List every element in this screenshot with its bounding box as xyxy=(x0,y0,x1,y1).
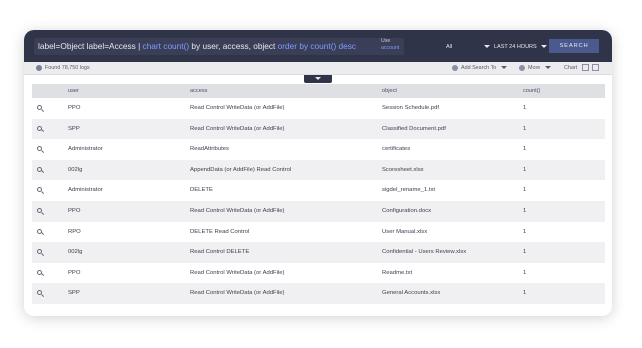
cell-count: 1 xyxy=(523,207,527,214)
found-logs: Found 78,750 logs xyxy=(36,64,90,72)
table-row[interactable]: 002lg Read Control DELETE Confidential - U… xyxy=(32,242,605,263)
account-label: account xyxy=(381,44,400,51)
cell-object: User Manual.xlsx xyxy=(382,228,428,235)
add-search-to-label: Add Search To xyxy=(461,65,497,71)
cell-count: 1 xyxy=(523,146,527,153)
query-input[interactable]: label=Object label=Access | chart count(… xyxy=(34,38,404,55)
cell-user: PPO xyxy=(68,207,81,214)
search-icon[interactable] xyxy=(37,207,42,213)
cell-user: Administrator xyxy=(68,146,103,153)
chevron-down-icon xyxy=(483,45,490,49)
table-row[interactable]: 002lg AppendData (or AddFile) Read Contro… xyxy=(32,159,605,181)
column-header-user[interactable]: user xyxy=(68,84,79,98)
query-token: chart count() xyxy=(142,41,190,51)
chevron-down-icon xyxy=(541,45,548,49)
table-row[interactable]: SPP Read Control WriteData (or AddFile) Cl… xyxy=(32,118,605,140)
search-icon[interactable] xyxy=(37,290,42,296)
chevron-down-icon xyxy=(544,66,551,70)
collapse-toggle[interactable] xyxy=(304,75,332,83)
cell-count: 1 xyxy=(523,187,527,194)
cell-user: Administrator xyxy=(68,187,103,194)
time-range-value: LAST 24 HOURS xyxy=(494,44,537,50)
star-icon xyxy=(519,64,525,71)
found-logs-label: Found 78,750 logs xyxy=(45,65,90,71)
table-row[interactable]: PPO Read Control WriteData (or AddFile) Co… xyxy=(32,200,605,222)
cell-access: Read Control WriteData (or AddFile) xyxy=(190,207,285,214)
cell-user: SPP xyxy=(68,125,80,132)
cell-count: 1 xyxy=(523,290,527,297)
time-range-dropdown[interactable]: LAST 24 HOURS xyxy=(494,43,548,51)
cell-object: Scoresheet.xlsx xyxy=(382,166,424,173)
cell-count: 1 xyxy=(523,228,527,235)
table-row[interactable]: Administrator ReadAttributes certificates 1 xyxy=(32,139,605,160)
cell-object: Classified Document.pdf xyxy=(382,125,446,132)
cell-object: Readme.txt xyxy=(382,269,413,276)
app-window: label=Object label=Access | chart count(… xyxy=(24,30,612,316)
cell-user: 002lg xyxy=(68,166,83,173)
column-header-object[interactable]: object xyxy=(382,84,397,98)
table-header: user access object count() xyxy=(32,84,605,98)
cell-object: General Accounts.xlsx xyxy=(382,290,441,297)
results-toolbar: Found 78,750 logs Add Search To More Cha… xyxy=(24,62,612,75)
cell-access: Read Control DELETE xyxy=(190,249,250,256)
search-icon[interactable] xyxy=(37,105,42,110)
add-search-to-button[interactable]: Add Search To xyxy=(452,64,507,72)
search-icon[interactable] xyxy=(37,125,42,131)
search-icon[interactable] xyxy=(37,187,42,193)
cell-count: 1 xyxy=(523,125,527,132)
cell-count: 1 xyxy=(523,269,527,276)
plus-icon xyxy=(452,64,458,71)
cell-access: Read Control WriteData (or AddFile) xyxy=(190,290,285,297)
cell-access: ReadAttributes xyxy=(190,146,229,153)
cell-access: DELETE xyxy=(190,187,213,194)
cell-access: Read Control WriteData (or AddFile) xyxy=(190,105,285,111)
chart-view-toggle[interactable]: Chart xyxy=(564,64,600,72)
search-button[interactable]: SEARCH xyxy=(549,39,599,53)
results-table: user access object count() PPO Read Contr… xyxy=(32,84,605,304)
list-icon[interactable] xyxy=(592,64,600,72)
more-button[interactable]: More xyxy=(519,64,551,72)
table-row[interactable]: RPO DELETE Read Control User Manual.xlsx 1 xyxy=(32,222,605,243)
query-token: order by count() desc xyxy=(277,41,357,51)
column-header-count[interactable]: count() xyxy=(523,84,540,98)
table-row[interactable]: PPO Read Control WriteData (or AddFile) Se… xyxy=(32,98,605,119)
query-token: label=Object label=Access | xyxy=(38,41,143,51)
cell-access: AppendData (or AddFile) Read Control xyxy=(190,166,292,173)
cell-access: Read Control WriteData (or AddFile) xyxy=(190,125,285,132)
cell-user: RPO xyxy=(68,228,81,235)
scope-dropdown[interactable]: All xyxy=(446,43,490,51)
cell-user: 002lg xyxy=(68,249,83,256)
chart-label: Chart xyxy=(564,65,578,71)
cell-access: DELETE Read Control xyxy=(190,228,250,235)
cell-count: 1 xyxy=(523,249,527,256)
query-token: by user, access, object xyxy=(189,41,278,51)
cell-object: sigdel_rename_1.txt xyxy=(382,187,436,194)
cell-count: 1 xyxy=(523,166,527,173)
column-header-access[interactable]: access xyxy=(190,84,207,98)
cell-user: PPO xyxy=(68,105,81,111)
cell-object: Session Schedule.pdf xyxy=(382,105,439,111)
search-toolbar: label=Object label=Access | chart count(… xyxy=(24,30,612,62)
search-icon[interactable] xyxy=(37,269,42,275)
cell-object: Confidential - Users Review.xlsx xyxy=(382,249,467,256)
table-row[interactable]: SPP Read Control WriteData (or AddFile) Ge… xyxy=(32,283,605,304)
chevron-down-icon xyxy=(500,66,507,70)
cell-object: Configuration.docx xyxy=(382,207,432,214)
cell-count: 1 xyxy=(523,105,527,111)
scope-dropdown-value: All xyxy=(446,44,453,50)
cell-user: SPP xyxy=(68,290,80,297)
grid-icon[interactable] xyxy=(581,64,589,72)
search-icon[interactable] xyxy=(37,228,42,234)
info-icon xyxy=(36,64,42,71)
search-icon[interactable] xyxy=(37,146,42,152)
search-icon[interactable] xyxy=(37,166,42,172)
search-icon[interactable] xyxy=(37,249,42,255)
more-label: More xyxy=(528,65,541,71)
table-row[interactable]: PPO Read Control WriteData (or AddFile) Re… xyxy=(32,263,605,284)
cell-object: certificates xyxy=(382,146,411,153)
use-account-toggle[interactable]: Use account xyxy=(381,38,399,51)
cell-user: PPO xyxy=(68,269,81,276)
cell-access: Read Control WriteData (or AddFile) xyxy=(190,269,285,276)
table-row[interactable]: Administrator DELETE sigdel_rename_1.txt 1 xyxy=(32,180,605,201)
